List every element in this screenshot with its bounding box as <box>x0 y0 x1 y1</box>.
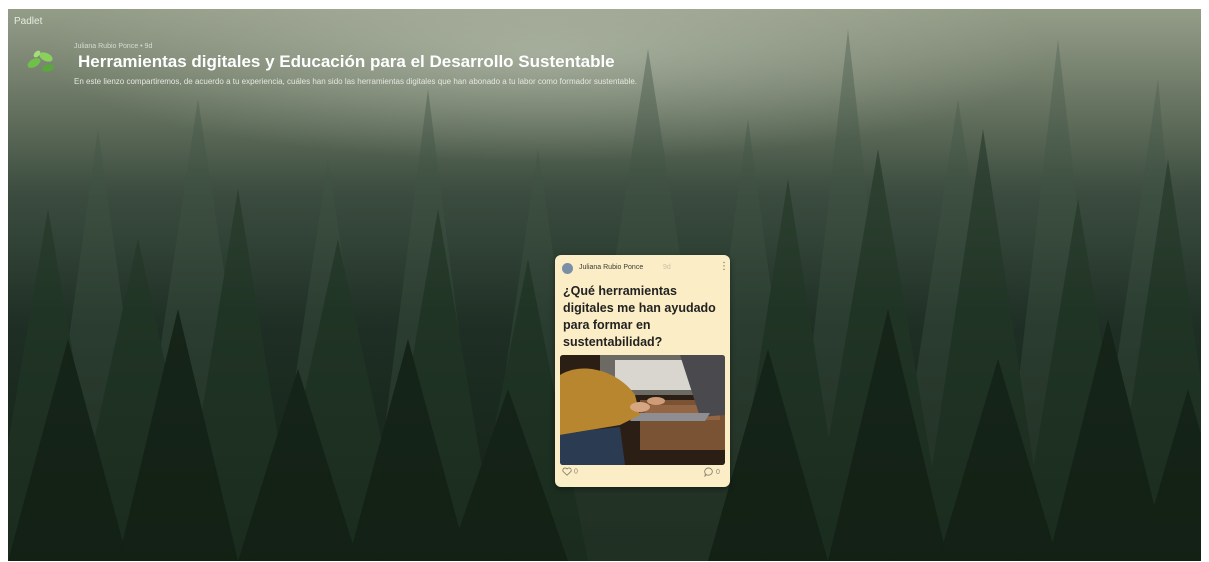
comment-button[interactable]: 0 <box>704 467 720 481</box>
board-author-line: Juliana Rubio Ponce • 9d <box>74 43 153 50</box>
like-button[interactable]: 0 <box>562 467 578 481</box>
post-title: ¿Qué herramientas digitales me han ayuda… <box>563 284 716 349</box>
padlet-brand[interactable]: Padlet <box>14 16 42 27</box>
board-description: En este lienzo compartiremos, de acuerdo… <box>74 77 637 86</box>
like-count: 0 <box>573 468 578 476</box>
board-title: Herramientas digitales y Educación para … <box>78 52 615 71</box>
padlet-board: Padlet Juliana Rubio Ponce • 9d Herramie… <box>8 9 1201 561</box>
avatar <box>562 263 573 274</box>
comment-count: 0 <box>715 468 720 476</box>
post-author: Juliana Rubio Ponce <box>579 264 644 271</box>
laptop-photo <box>560 355 725 465</box>
post-time: 9d <box>663 264 671 271</box>
heart-icon <box>562 467 572 476</box>
post-header: Juliana Rubio Ponce 9d ⋮ <box>562 261 729 277</box>
post-image[interactable] <box>560 355 725 465</box>
leaves-logo-icon <box>27 50 54 72</box>
comment-bubble-icon <box>704 467 713 478</box>
post-card[interactable]: Juliana Rubio Ponce 9d ⋮ ¿Qué herramient… <box>555 255 730 487</box>
more-options-icon[interactable]: ⋮ <box>719 261 729 272</box>
